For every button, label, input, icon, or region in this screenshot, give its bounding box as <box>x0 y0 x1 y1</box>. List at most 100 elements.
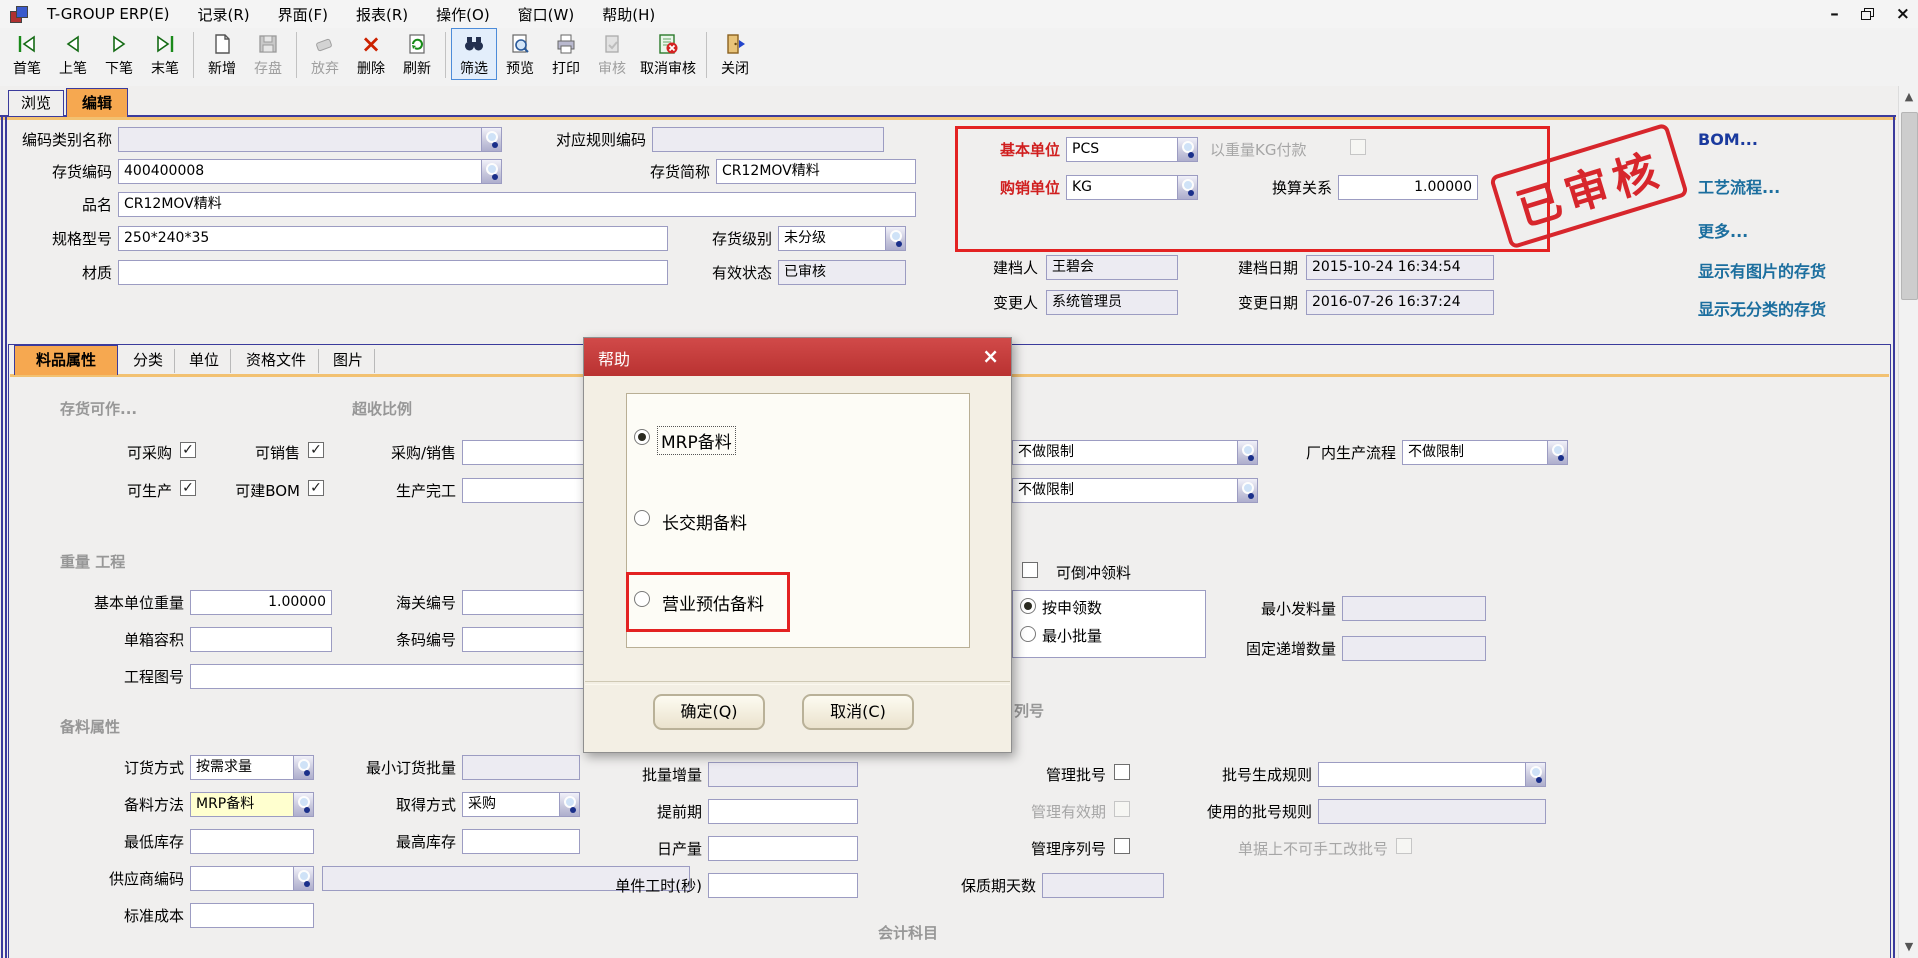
min-batch-radio[interactable] <box>1020 626 1036 642</box>
minimize-icon[interactable]: – <box>1830 3 1839 25</box>
spec-field[interactable]: 250*240*35 <box>118 226 668 251</box>
box-volume-field[interactable] <box>190 627 332 652</box>
delete-button[interactable]: × 删除 <box>348 28 394 80</box>
daily-field[interactable] <box>708 836 858 861</box>
bom-link[interactable]: BOM... <box>1698 130 1758 149</box>
process-flow-link[interactable]: 工艺流程... <box>1698 174 1780 198</box>
restore-icon[interactable] <box>1861 8 1874 20</box>
menu-window[interactable]: 窗口(W) <box>504 1 589 28</box>
lookup-icon[interactable] <box>559 793 579 816</box>
lookup-icon[interactable] <box>1237 479 1257 502</box>
item-abbr-label: 存货简称 <box>600 163 710 182</box>
unit-time-field[interactable] <box>708 873 858 898</box>
binoculars-icon <box>461 31 487 57</box>
manage-batch-checkbox[interactable] <box>1114 764 1130 780</box>
limit2-field[interactable]: 不做限制 <box>1012 478 1258 503</box>
ok-button[interactable]: 确定(Q) <box>653 694 765 730</box>
option-long-lead-label[interactable]: 长交期备料 <box>662 509 747 534</box>
lookup-icon[interactable] <box>1547 441 1567 464</box>
menu-record[interactable]: 记录(R) <box>184 1 264 28</box>
option-mrp-radio[interactable] <box>634 429 650 445</box>
menu-app-title[interactable]: T-GROUP ERP(E) <box>33 2 184 26</box>
menu-operation[interactable]: 操作(O) <box>422 1 504 28</box>
no-manual-batch-checkbox[interactable] <box>1396 838 1412 854</box>
code-type-field[interactable] <box>118 127 502 152</box>
min-stock-field[interactable] <box>190 829 314 854</box>
lookup-icon[interactable] <box>293 756 313 779</box>
first-record-button[interactable]: 首笔 <box>4 28 50 80</box>
preview-button[interactable]: 预览 <box>497 28 543 80</box>
show-with-images-link[interactable]: 显示有图片的存货 <box>1698 258 1826 282</box>
manage-serial-checkbox[interactable] <box>1114 838 1130 854</box>
discard-button[interactable]: 放弃 <box>302 28 348 80</box>
close-window-icon[interactable]: × <box>1896 3 1910 25</box>
stock-method-field[interactable]: MRP备料 <box>190 792 314 817</box>
subtab-attributes[interactable]: 料品属性 <box>14 345 118 375</box>
last-record-button[interactable]: 末笔 <box>142 28 188 80</box>
dialog-close-icon[interactable]: × <box>982 344 999 368</box>
obtain-field[interactable]: 采购 <box>462 792 580 817</box>
refresh-button[interactable]: 刷新 <box>394 28 440 80</box>
dialog-title-bar[interactable]: 帮助 × <box>584 338 1011 376</box>
rule-code-field[interactable] <box>652 127 884 152</box>
form-left-border <box>1 117 3 958</box>
menu-interface[interactable]: 界面(F) <box>264 1 342 28</box>
next-record-button[interactable]: 下笔 <box>96 28 142 80</box>
purchasable-checkbox[interactable]: ✓ <box>180 442 196 458</box>
cancel-audit-button[interactable]: 取消审核 <box>635 28 701 80</box>
level-field[interactable]: 未分级 <box>778 226 906 251</box>
tab-edit[interactable]: 编辑 <box>66 88 128 117</box>
more-link[interactable]: 更多... <box>1698 218 1748 242</box>
save-button[interactable]: 存盘 <box>245 28 291 80</box>
status-label: 有效状态 <box>662 264 772 283</box>
menu-help[interactable]: 帮助(H) <box>588 1 669 28</box>
item-abbr-field[interactable]: CR12MOV精料 <box>716 159 916 184</box>
toolbar-separator <box>445 32 446 78</box>
vertical-scrollbar[interactable]: ▲ ▼ <box>1898 86 1918 958</box>
manage-validity-checkbox[interactable] <box>1114 801 1130 817</box>
batch-rule-field[interactable] <box>1318 762 1546 787</box>
lookup-icon[interactable] <box>481 160 501 183</box>
order-mode-field[interactable]: 按需求量 <box>190 755 314 780</box>
cancel-button[interactable]: 取消(C) <box>802 694 914 730</box>
scrollbar-thumb[interactable] <box>1901 112 1918 300</box>
material-field[interactable] <box>118 260 668 285</box>
std-cost-field[interactable] <box>190 903 314 928</box>
lead-field[interactable] <box>708 799 858 824</box>
close-button[interactable]: 关闭 <box>712 28 758 80</box>
factory-flow-field[interactable]: 不做限制 <box>1402 440 1568 465</box>
item-name-field[interactable]: CR12MOV精料 <box>118 192 916 217</box>
menu-report[interactable]: 报表(R) <box>342 1 422 28</box>
lookup-icon[interactable] <box>293 867 313 890</box>
subtab-qualification[interactable]: 资格文件 <box>234 349 319 373</box>
subtab-images[interactable]: 图片 <box>322 349 375 373</box>
subtab-units[interactable]: 单位 <box>178 349 231 373</box>
scroll-down-icon[interactable]: ▼ <box>1899 936 1918 958</box>
limit1-field[interactable]: 不做限制 <box>1012 440 1258 465</box>
item-code-field[interactable]: 400400008 <box>118 159 502 184</box>
lookup-icon[interactable] <box>885 227 905 250</box>
by-request-radio[interactable] <box>1020 598 1036 614</box>
producible-checkbox[interactable]: ✓ <box>180 480 196 496</box>
max-stock-field[interactable] <box>462 829 580 854</box>
filter-button[interactable]: 筛选 <box>451 28 497 80</box>
scroll-up-icon[interactable]: ▲ <box>1899 86 1918 108</box>
prev-record-button[interactable]: 上笔 <box>50 28 96 80</box>
sellable-checkbox[interactable]: ✓ <box>308 442 324 458</box>
lookup-icon[interactable] <box>293 793 313 816</box>
bomable-checkbox[interactable]: ✓ <box>308 480 324 496</box>
tab-browse[interactable]: 浏览 <box>8 90 64 116</box>
show-unclassified-link[interactable]: 显示无分类的存货 <box>1698 296 1826 320</box>
lookup-icon[interactable] <box>1237 441 1257 464</box>
backflush-checkbox[interactable] <box>1022 562 1038 578</box>
new-button[interactable]: 新增 <box>199 28 245 80</box>
audit-button[interactable]: 审核 <box>589 28 635 80</box>
base-weight-field[interactable]: 1.00000 <box>190 590 332 615</box>
lookup-icon[interactable] <box>481 128 501 151</box>
subtab-classify[interactable]: 分类 <box>122 349 175 373</box>
supplier-field[interactable] <box>190 866 314 891</box>
print-button[interactable]: 打印 <box>543 28 589 80</box>
option-mrp-label[interactable]: MRP备料 <box>658 427 735 454</box>
option-long-lead-radio[interactable] <box>634 510 650 526</box>
lookup-icon[interactable] <box>1525 763 1545 786</box>
